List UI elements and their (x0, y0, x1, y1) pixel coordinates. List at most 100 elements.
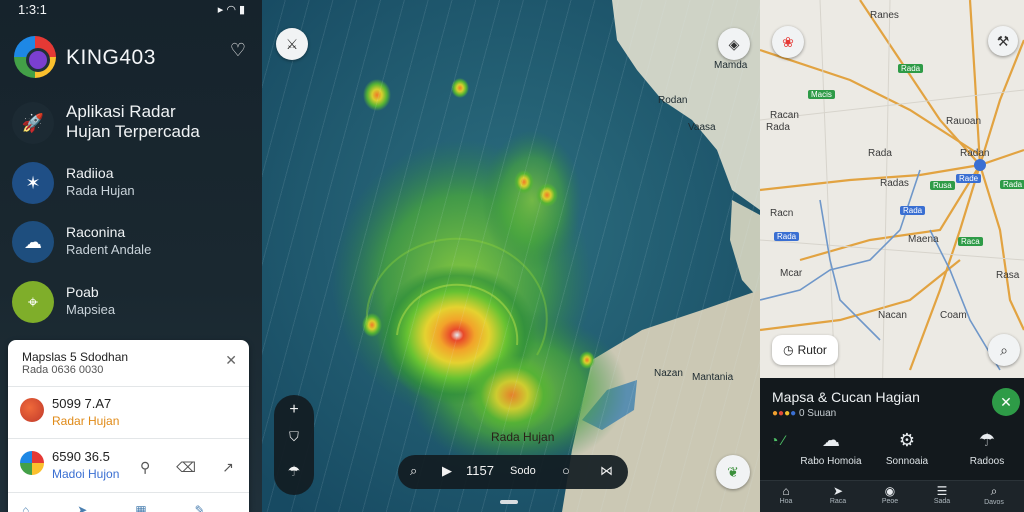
playback-time: 1157 (466, 463, 494, 478)
brand-header: KING403 ♡ (14, 36, 254, 80)
menu-item-title: Poab (66, 284, 99, 300)
map-label: Mamda (714, 60, 748, 71)
list-icon: ☰ (936, 484, 948, 498)
search-icon: ⌕ (990, 484, 998, 498)
bottom-sheet: Mapsa & Cucan Hagian ●●●● 0 Suuan ✕ ◔ ⁄ … (760, 378, 1024, 512)
share-icon[interactable]: ⚲ (140, 459, 176, 475)
card-title: Mapslas 5 Sdodhan (22, 350, 129, 364)
nav-label: Sada (933, 498, 951, 505)
menu-item-poab[interactable]: ⌖ Poab Mapsiea (12, 279, 252, 325)
playback-bar: ⌕ ▶ 1157 Sodo ○ ⋈ (398, 455, 628, 489)
nav-label: Peoe (881, 498, 899, 505)
send-icon[interactable]: ➤ (77, 503, 135, 512)
compass-button[interactable]: ◈ (718, 28, 750, 60)
road-badge: Rada (898, 64, 924, 73)
layers-button[interactable]: ⚔ (276, 28, 308, 60)
action-label: Sonnoaia (885, 456, 929, 467)
cross-icon: ✕ (1000, 393, 1012, 410)
nav-label: Hoa (779, 498, 793, 505)
chat-icon[interactable]: ○ (562, 463, 570, 478)
nav-item-list[interactable]: ☰ Sada (916, 484, 968, 505)
road-badge: Rada (1000, 180, 1024, 189)
location-label: Madoi Hujon (52, 467, 120, 481)
send-icon: ➤ (832, 484, 844, 498)
search-icon: ⌕ (1000, 341, 1008, 358)
nav-item-pin[interactable]: ◉ Peoe (864, 484, 916, 505)
radar-caption: Rada Hujan (491, 430, 555, 444)
menu-item-aplikasi[interactable]: 🚀 Aplikasi Radar Hujan Terpercada (12, 100, 252, 146)
action-rabo[interactable]: ☁ Rabo Homoia (790, 430, 872, 467)
wifi-icon: ◠ (226, 4, 239, 16)
locations-card: Mapslas 5 Sdodhan Rada 0636 0030 ✕ 5099 … (8, 340, 249, 512)
umbrella-icon[interactable]: ☂ (274, 463, 314, 480)
road-badge: Rade (956, 174, 982, 183)
map-label: Ranes (870, 10, 899, 21)
battery-icon: ▮ (238, 4, 248, 16)
map-label: Rasa (996, 270, 1020, 281)
route-map[interactable]: Ranes Racan Rada Rada Radan Radas Rauoan… (760, 0, 1024, 512)
road-badge: Rada (900, 206, 926, 215)
route-chip[interactable]: ◷ Rutor (772, 335, 838, 365)
map-label: Rada (766, 122, 790, 133)
playback-label: Sodo (510, 465, 536, 477)
menu-item-raconina[interactable]: ☁ Raconina Radent Andale (12, 219, 252, 265)
arrow-icon[interactable]: ↗ (222, 459, 260, 475)
location-row[interactable]: 6590 36.5 Madoi Hujon ⚲⌫↗ (20, 443, 240, 487)
tools-icon: ⚒ (996, 32, 1010, 49)
row-actions: ⚲⌫↗ (140, 459, 260, 476)
status-icons: ▸◠▮ (218, 3, 248, 16)
menu-item-radar[interactable]: ✶ Radiioa Rada Hujan (12, 160, 252, 206)
shield-icon[interactable]: ⛉ (274, 429, 314, 445)
layers-icon: ⚔ (285, 35, 299, 52)
bottom-nav: ⌂ Hoa ➤ Raca ◉ Peoe ☰ Sada ⌕ Davos (760, 480, 1024, 512)
close-icon[interactable]: ✕ (225, 352, 237, 369)
app-switch-button[interactable]: ❀ (772, 26, 804, 58)
search-icon[interactable]: ⌕ (410, 463, 417, 479)
map-label: Mantania (692, 372, 734, 383)
map-label: Racan (770, 110, 799, 121)
clock-icon: ◷ (783, 343, 794, 357)
card-subtitle: Rada 0636 0030 (22, 364, 104, 376)
storm-icon: ☁ (12, 221, 54, 263)
search-map-button[interactable]: ⌕ (988, 334, 1020, 366)
home-icon[interactable]: ⌂ (22, 503, 77, 512)
favorite-icon[interactable]: ♡ (230, 40, 246, 61)
location-value: 5099 7.A7 (52, 396, 112, 411)
forward-icon[interactable]: ⋈ (600, 463, 613, 479)
home-icon: ⌂ (782, 484, 790, 498)
radar-map[interactable]: Mamda Rodan Vaasa Nazan Mantania Rada Hu… (262, 0, 760, 512)
delete-icon[interactable]: ⌫ (176, 459, 222, 475)
road-badge: Rusa (930, 181, 955, 190)
timer-icon[interactable]: ◔ ⁄ (770, 432, 785, 448)
map-label: Maena (908, 234, 939, 245)
menu-item-subtitle: Mapsiea (66, 302, 116, 317)
zoom-in-icon[interactable]: + (274, 401, 314, 419)
edit-icon[interactable]: ✎ (195, 503, 253, 512)
map-label: Rauoan (946, 116, 982, 127)
divider (8, 438, 249, 439)
map-label: Radan (960, 148, 990, 159)
action-settings[interactable]: ⚙ Sonnoaia (866, 430, 948, 467)
map-label: Rada (868, 148, 892, 159)
menu-item-title: Radiioa (66, 165, 114, 181)
storm-icon: ☂ (978, 430, 996, 450)
radar-icon: ✶ (12, 162, 54, 204)
close-sheet-button[interactable]: ✕ (992, 388, 1020, 416)
nav-item-send[interactable]: ➤ Raca (812, 484, 864, 505)
map-label: Radas (880, 178, 909, 189)
color-wheel-icon: ❀ (782, 33, 794, 50)
compass-icon: ◈ (728, 35, 740, 52)
action-radoos[interactable]: ☂ Radoos (946, 430, 1024, 467)
play-icon[interactable]: ▶ (442, 463, 452, 479)
grid-icon[interactable]: ▦ (135, 503, 194, 512)
nav-item-search[interactable]: ⌕ Davos (968, 484, 1020, 506)
road-badge: Macis (808, 90, 835, 99)
locate-button[interactable]: ❦ (716, 455, 750, 489)
menu-item-subtitle: Hujan Terpercada (66, 122, 200, 141)
sheet-subtitle-text: 0 Suuan (798, 408, 837, 419)
tools-button[interactable]: ⚒ (988, 26, 1018, 56)
menu-item-title: Raconina (66, 224, 126, 240)
sheet-subtitle: ●●●● 0 Suuan (772, 408, 837, 419)
nav-item-home[interactable]: ⌂ Hoa (760, 484, 812, 505)
location-row[interactable]: 5099 7.A7 Radar Hujan (20, 390, 240, 434)
